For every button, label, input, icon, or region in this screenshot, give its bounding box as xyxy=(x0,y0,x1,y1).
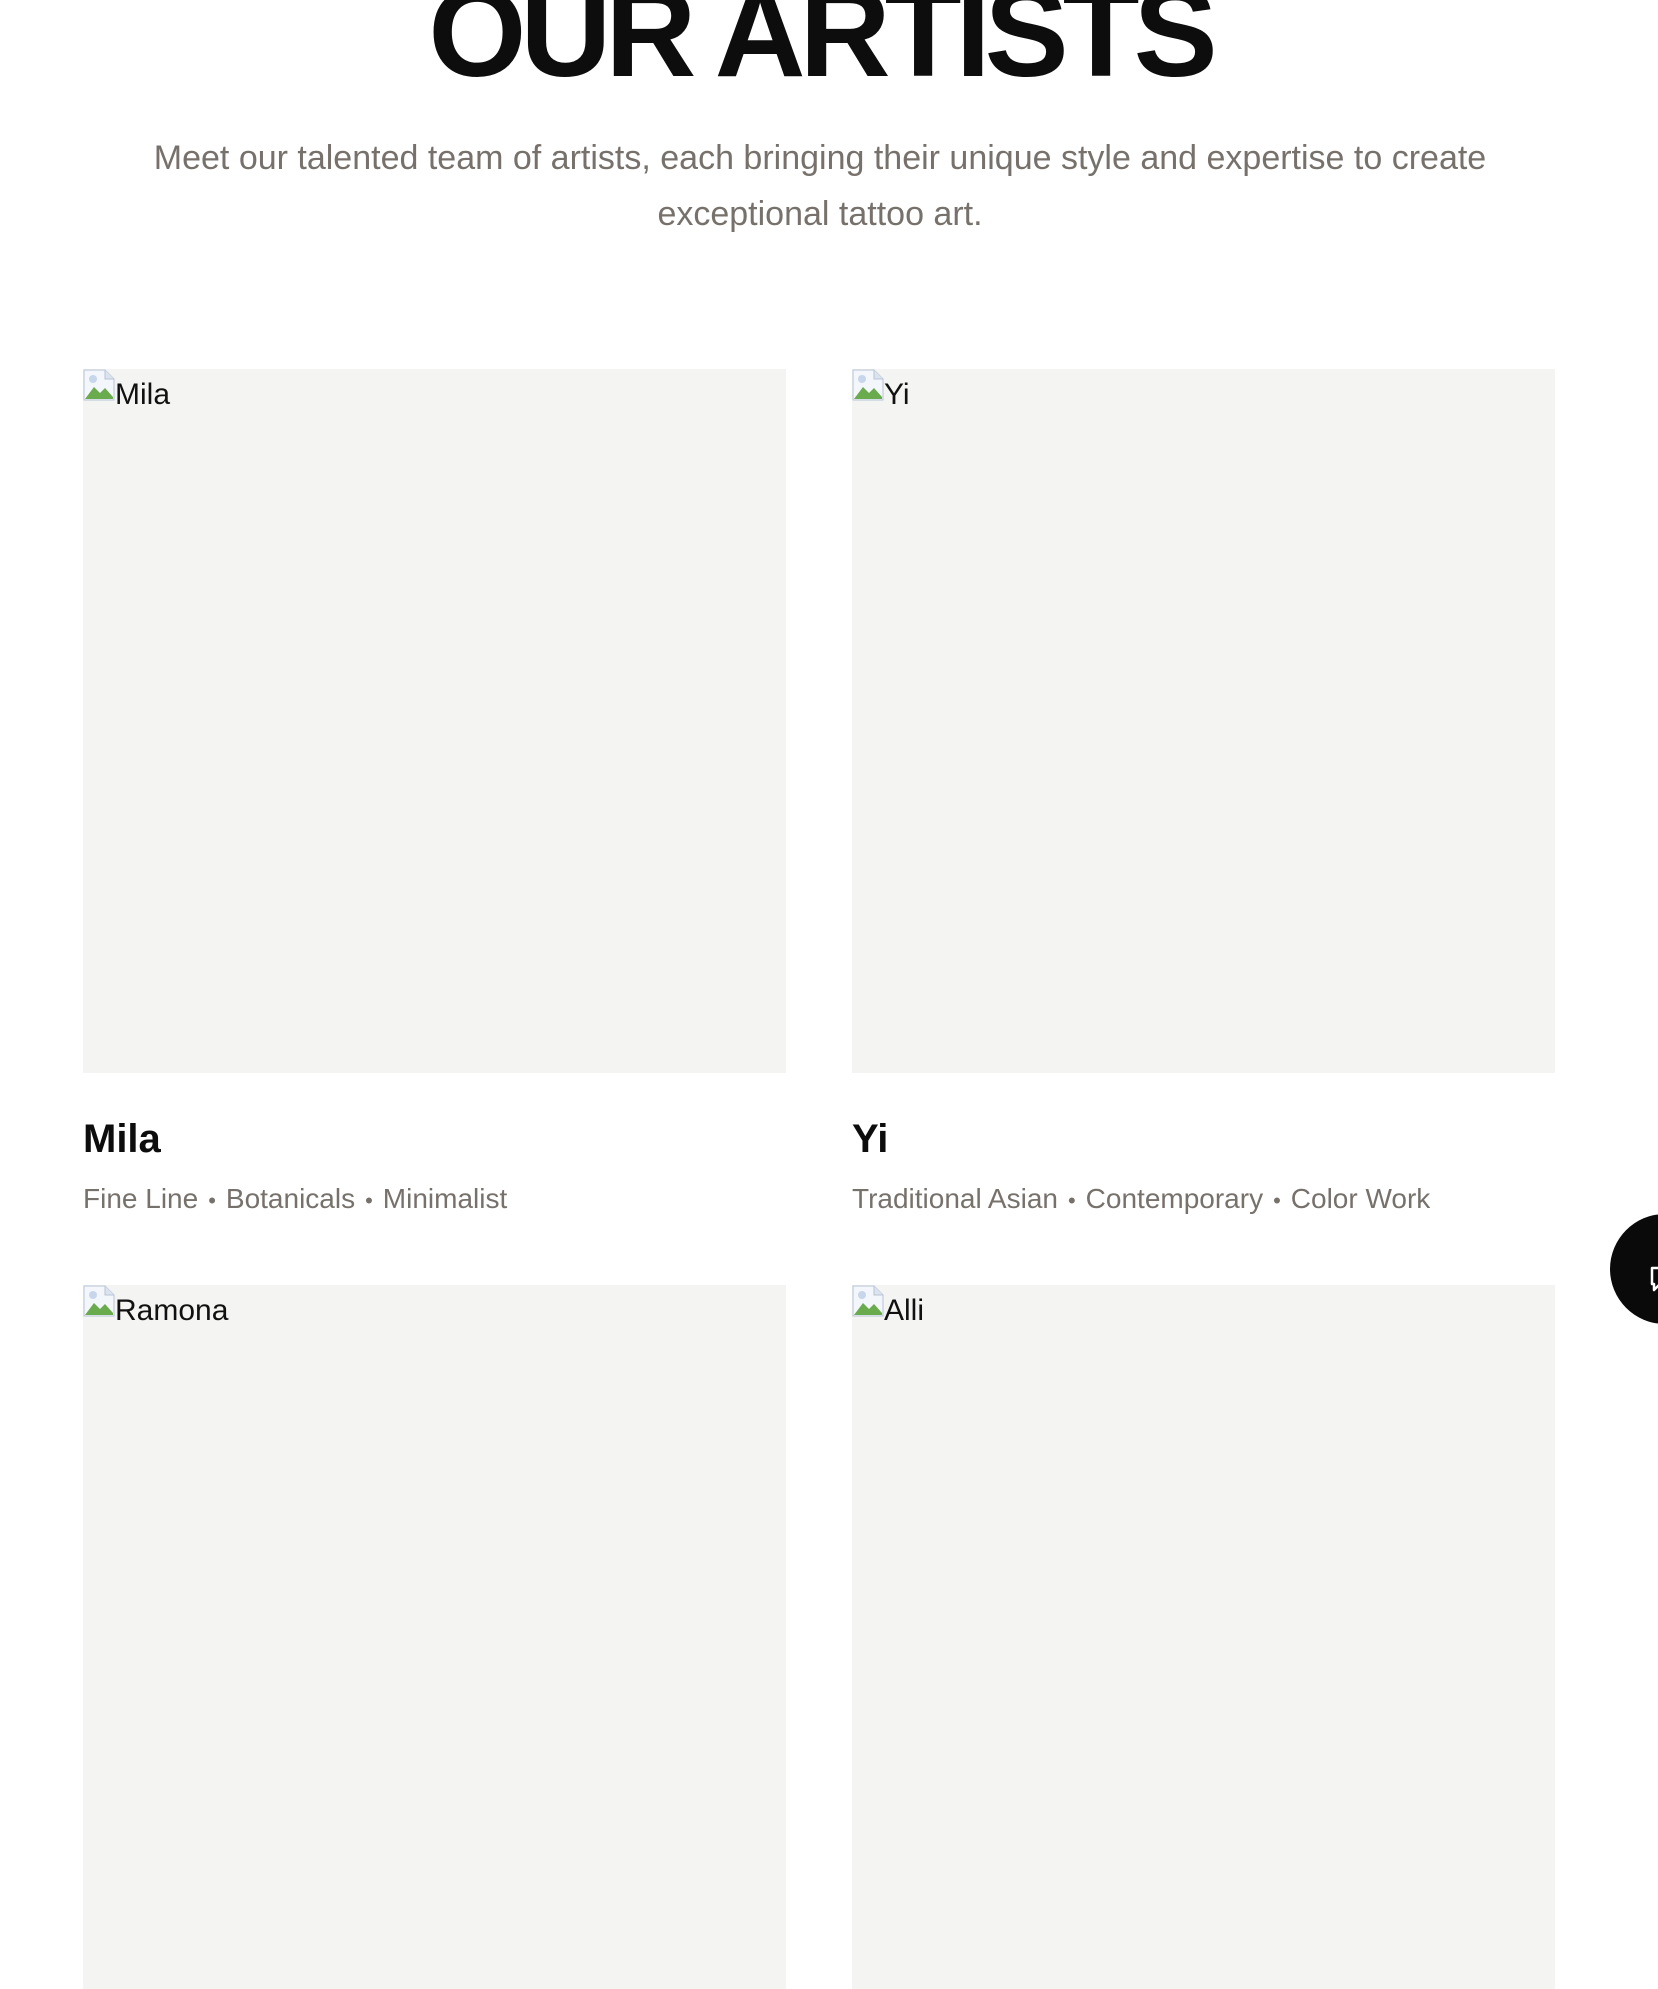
artist-tag: Color Work xyxy=(1290,1183,1431,1214)
broken-image: Alli xyxy=(852,1285,924,1327)
page-title: OUR ARTISTS xyxy=(428,0,1217,103)
artist-tag: Minimalist xyxy=(382,1183,508,1214)
chat-icon xyxy=(1650,1266,1658,1292)
artist-tag: Traditional Asian xyxy=(852,1183,1058,1214)
tag-separator: • xyxy=(1067,1188,1076,1213)
artist-card-ramona[interactable]: Ramona xyxy=(83,1285,786,1989)
tag-separator: • xyxy=(208,1188,216,1213)
broken-image: Mila xyxy=(83,369,170,411)
broken-image-icon xyxy=(83,369,115,401)
broken-image-icon xyxy=(83,1285,115,1317)
artist-tag: Fine Line xyxy=(83,1183,199,1214)
broken-image-icon xyxy=(852,1285,884,1317)
chat-button[interactable] xyxy=(1610,1214,1658,1324)
artist-card-mila[interactable]: Mila Mila Fine Line • Botanicals • Minimalis… xyxy=(83,369,786,1219)
artist-name[interactable]: Yi xyxy=(852,1109,1555,1169)
artist-name[interactable]: Mila xyxy=(83,1109,786,1169)
artist-tags: Fine Line • Botanicals • Minimalist xyxy=(83,1181,786,1219)
artist-tag: Contemporary xyxy=(1085,1183,1264,1214)
artist-photo-alt: Mila xyxy=(115,378,171,411)
tag-separator: • xyxy=(1273,1188,1281,1213)
artist-grid: Mila Mila Fine Line • Botanicals • Minimalis… xyxy=(83,369,1555,1989)
broken-image: Ramona xyxy=(83,1285,228,1327)
tag-separator: • xyxy=(365,1188,373,1213)
artist-photo[interactable]: Mila xyxy=(83,369,786,1073)
artist-tag: Botanicals xyxy=(225,1183,356,1214)
broken-image-icon xyxy=(852,369,884,401)
artist-photo[interactable]: Alli xyxy=(852,1285,1555,1989)
artist-card-yi[interactable]: Yi Yi Traditional Asian • Contemporary • Col… xyxy=(852,369,1555,1219)
page-intro: Meet our talented team of artists, each … xyxy=(153,139,1487,233)
broken-image: Yi xyxy=(852,369,910,411)
artist-photo[interactable]: Yi xyxy=(852,369,1555,1073)
artist-tags: Traditional Asian • Contemporary • Color Wor… xyxy=(852,1181,1555,1219)
artist-photo[interactable]: Ramona xyxy=(83,1285,786,1989)
artist-photo-alt: Yi xyxy=(884,378,910,411)
artist-card-alli[interactable]: Alli xyxy=(852,1285,1555,1989)
